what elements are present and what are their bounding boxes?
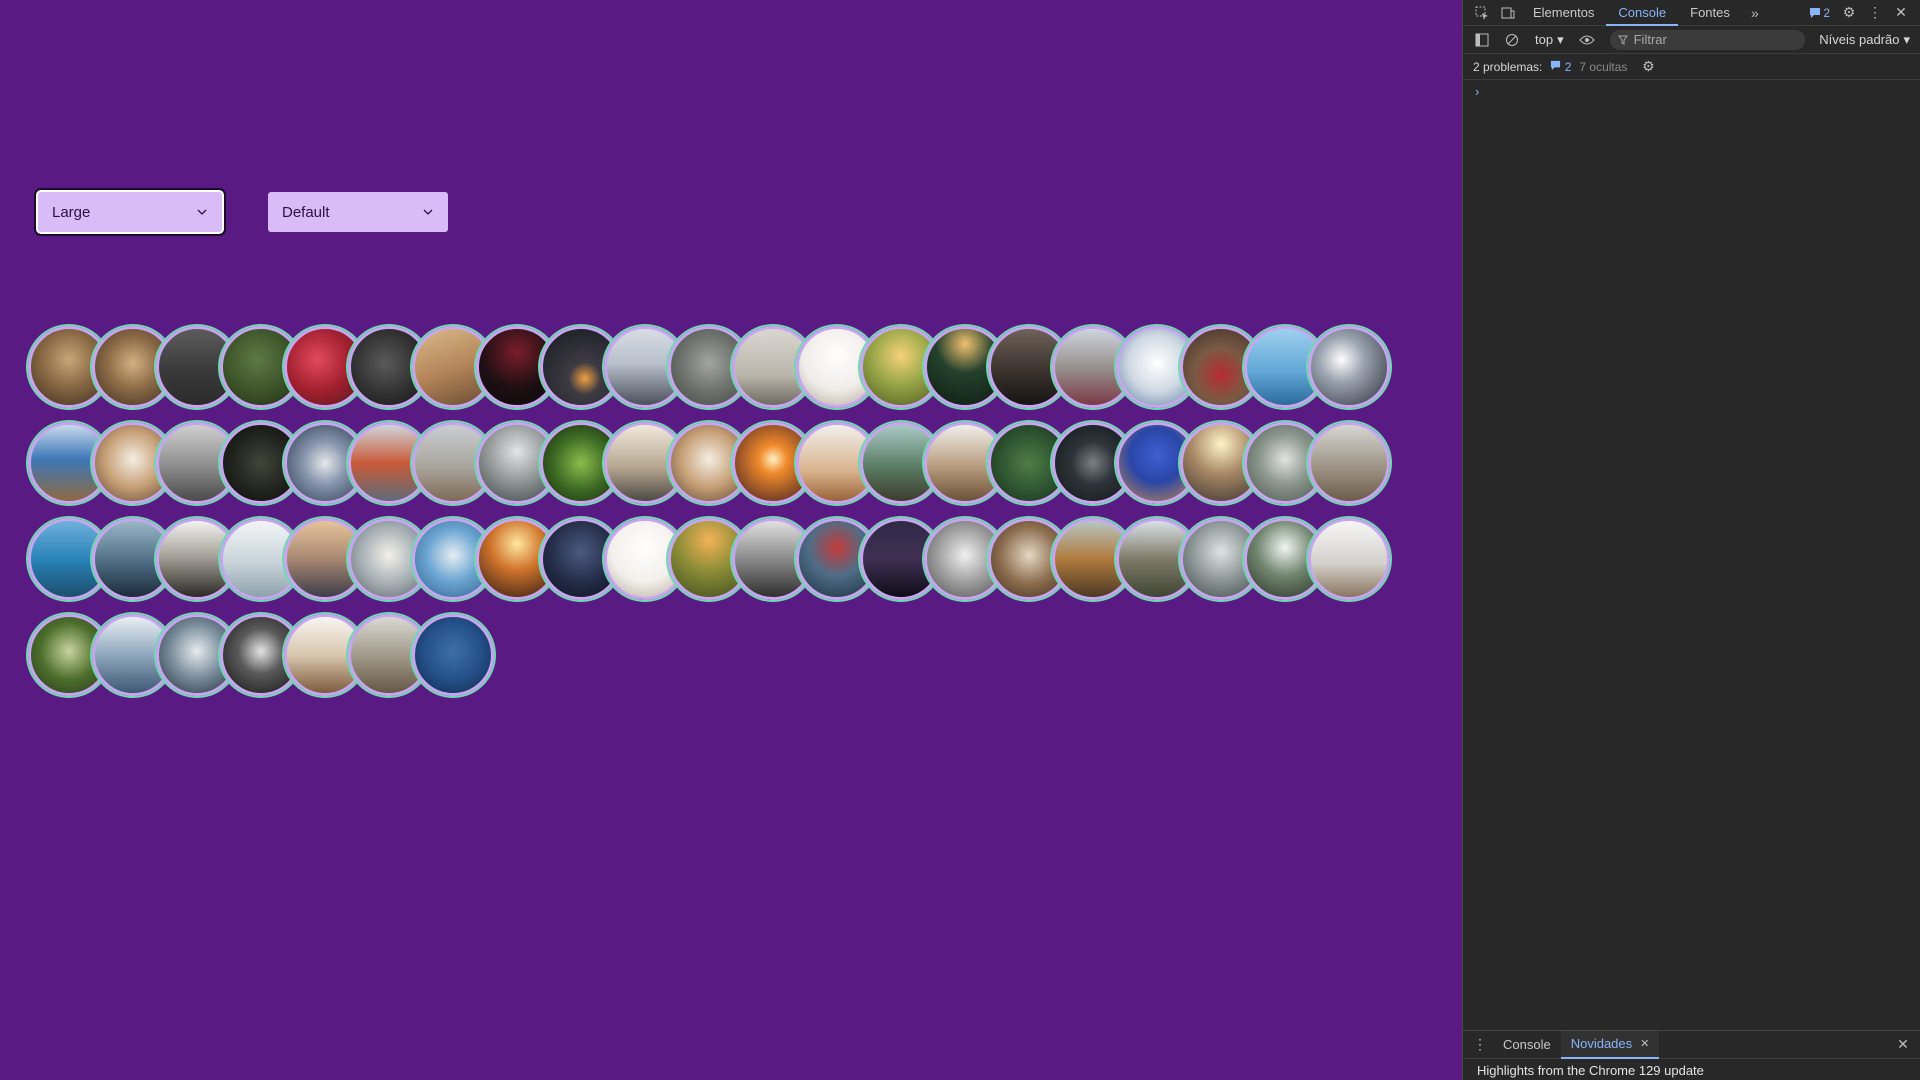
- avatar-row: [28, 518, 1408, 614]
- close-tab-icon[interactable]: ✕: [1640, 1030, 1649, 1058]
- issues-label: 2 problemas:: [1473, 59, 1543, 74]
- tab-sources[interactable]: Fontes: [1678, 0, 1742, 26]
- devtools-drawer: ⋮ Console Novidades ✕ ✕ Highlights from …: [1463, 1030, 1920, 1080]
- avatar-row: [28, 326, 1408, 422]
- page-content: Large Default: [0, 0, 1462, 1080]
- drawer-content: Highlights from the Chrome 129 update: [1477, 1063, 1704, 1078]
- context-select-value: top: [1535, 32, 1554, 47]
- avatar-group: [28, 326, 1408, 710]
- caret-down-icon: ▾: [1903, 31, 1910, 47]
- variant-dropdown-value: Default: [282, 203, 330, 221]
- sidebar-toggle-icon[interactable]: [1469, 27, 1495, 53]
- close-icon[interactable]: ✕: [1888, 0, 1914, 26]
- drawer-tab-console-label: Console: [1503, 1036, 1551, 1052]
- inspect-element-icon[interactable]: [1469, 0, 1495, 26]
- avatar-misty-hill[interactable]: [1308, 518, 1390, 600]
- chevron-down-icon: [197, 209, 207, 215]
- caret-down-icon: ▾: [1557, 31, 1564, 47]
- devtools-panel: Elementos Console Fontes » 2 ⚙ ⋮ ✕ top ▾…: [1462, 0, 1920, 1080]
- issues-link-count: 2: [1564, 59, 1572, 74]
- console-toolbar: top ▾ Filtrar Níveis padrão ▾: [1463, 26, 1920, 54]
- avatar-deep-ocean[interactable]: [412, 614, 494, 696]
- size-dropdown-value: Large: [52, 203, 91, 221]
- avatar-row: [28, 614, 1408, 710]
- drawer-tab-whats-new[interactable]: Novidades ✕: [1560, 1030, 1660, 1059]
- avatar-row: [28, 422, 1408, 518]
- issues-badge[interactable]: 2: [1803, 6, 1836, 20]
- message-icon: [1551, 60, 1561, 70]
- kebab-menu-icon[interactable]: ⋮: [1862, 0, 1888, 26]
- close-drawer-icon[interactable]: ✕: [1890, 1032, 1916, 1058]
- tab-console[interactable]: Console: [1606, 0, 1679, 26]
- more-tabs-icon[interactable]: »: [1742, 0, 1768, 26]
- context-select[interactable]: top ▾: [1529, 32, 1570, 48]
- drawer-tab-console[interactable]: Console: [1493, 1031, 1561, 1059]
- log-levels-value: Níveis padrão: [1819, 32, 1900, 47]
- device-toolbar-icon[interactable]: [1495, 0, 1521, 26]
- drawer-tabs: ⋮ Console Novidades ✕ ✕: [1463, 1030, 1920, 1059]
- size-dropdown[interactable]: Large: [38, 192, 222, 232]
- console-prompt[interactable]: ›: [1463, 80, 1920, 102]
- issues-badge-count: 2: [1823, 5, 1830, 20]
- drawer-menu-icon[interactable]: ⋮: [1467, 1032, 1493, 1058]
- chevron-down-icon: [423, 209, 433, 215]
- tab-elements[interactable]: Elementos: [1521, 0, 1606, 26]
- live-expression-eye-icon[interactable]: [1574, 27, 1600, 53]
- console-settings-gear-icon[interactable]: ⚙: [1635, 54, 1661, 80]
- prompt-chevron-icon: ›: [1475, 84, 1480, 99]
- filter-input[interactable]: Filtrar: [1609, 29, 1806, 50]
- filter-icon: [1617, 35, 1628, 45]
- avatar-castle-road[interactable]: [1308, 422, 1390, 504]
- issues-link[interactable]: 2: [1550, 60, 1571, 74]
- hidden-messages-count: 7 ocultas: [1579, 59, 1628, 74]
- drawer-tab-whats-new-label: Novidades: [1570, 1035, 1633, 1051]
- issues-bar: 2 problemas: 2 7 ocultas ⚙: [1463, 54, 1920, 80]
- devtools-main-toolbar: Elementos Console Fontes » 2 ⚙ ⋮ ✕: [1463, 0, 1920, 26]
- variant-dropdown[interactable]: Default: [268, 192, 448, 232]
- message-icon: [1810, 7, 1821, 18]
- settings-gear-icon[interactable]: ⚙: [1836, 0, 1862, 26]
- log-levels-select[interactable]: Níveis padrão ▾: [1815, 32, 1914, 48]
- filter-placeholder: Filtrar: [1633, 32, 1667, 47]
- avatar-chrome-ball[interactable]: [1308, 326, 1390, 408]
- clear-console-icon[interactable]: [1499, 27, 1525, 53]
